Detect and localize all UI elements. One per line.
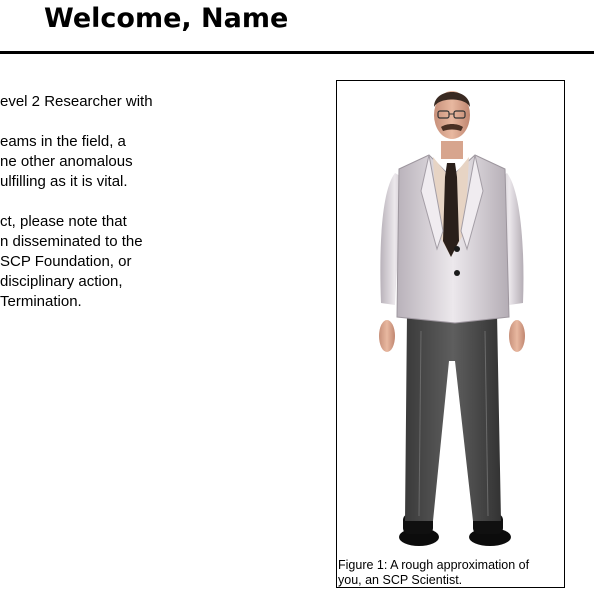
intro-line: ulfilling as it is vital.: [0, 173, 128, 190]
intro-line: SCP Foundation, or: [0, 253, 132, 270]
title-divider: [0, 51, 594, 54]
intro-text: evel 2 Researcher with eams in the field…: [0, 92, 330, 312]
caption-line: you, an SCP Scientist.: [338, 573, 463, 587]
scientist-figure: Figure 1: A rough approximation of you, …: [336, 80, 565, 588]
intro-line: Termination.: [0, 293, 82, 310]
intro-line: ct, please note that: [0, 213, 127, 230]
intro-line: n disseminated to the: [0, 233, 143, 250]
scientist-illustration: [379, 91, 525, 546]
intro-line: eams in the field, a: [0, 133, 126, 150]
caption-line: Figure 1: A rough approximation of: [338, 558, 530, 572]
page-title: Welcome, Name: [44, 3, 289, 34]
intro-line: ne other anomalous: [0, 153, 133, 170]
intro-line: disciplinary action,: [0, 273, 123, 290]
figure-caption: Figure 1: A rough approximation of you, …: [338, 558, 562, 587]
intro-line: evel 2 Researcher with: [0, 93, 153, 110]
